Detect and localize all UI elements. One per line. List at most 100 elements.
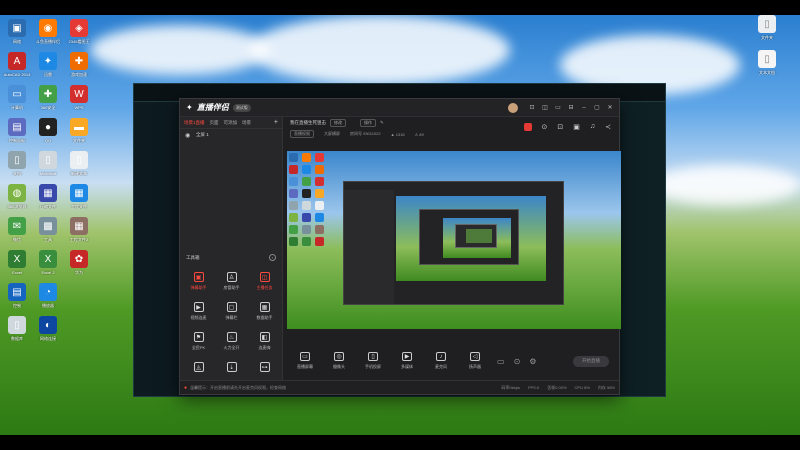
desktop-icon[interactable]: ◍ 360浏览器	[2, 184, 32, 209]
desktop-icon[interactable]: ▤ 控制	[2, 283, 32, 308]
tool-button[interactable]: ▣ 弹幕助手	[182, 272, 215, 291]
fans-count: ♙ 69	[414, 131, 424, 137]
desktop-icon[interactable]: ● QQ	[33, 118, 63, 143]
camera-button[interactable]: ◎ 摄像头	[327, 352, 351, 370]
desktop-icon[interactable]: W WPS	[64, 85, 94, 110]
tool-button[interactable]: ▢ 弹幕栏	[215, 302, 248, 321]
tool-button[interactable]: ⊶	[248, 362, 281, 375]
desktop-icon[interactable]: ▯ 文件夹	[752, 15, 782, 40]
screenshot-icon[interactable]: ⊡	[557, 123, 563, 131]
desktop-icon[interactable]: ◐ 网络连接	[33, 316, 63, 341]
desktop-icon[interactable]: ▬ 文件夹	[64, 118, 94, 143]
desktop-icon[interactable]: A AutoCAD 2014	[2, 52, 32, 77]
menu-icon[interactable]: ⊟	[568, 104, 574, 111]
tool-button[interactable]: ▦ 数据助手	[248, 302, 281, 321]
desktop-icon-label: Excel	[12, 270, 22, 275]
preview-desktop-icon	[315, 165, 324, 174]
tool-icon: ▢	[226, 302, 237, 312]
desktop-icon[interactable]: ▯ 文档	[2, 151, 32, 176]
start-live-button[interactable]: 开始直播	[573, 355, 609, 367]
cloud	[650, 165, 800, 205]
close-button[interactable]: ✕	[607, 104, 613, 111]
title-bar: ✦ 直播伴侣 测试版 ⊡ ◫ ▭ ⊟ – ▢ ✕	[180, 99, 619, 117]
desktop-icon-label: 文本文档	[759, 70, 775, 75]
share-icon[interactable]: ≺	[605, 123, 611, 131]
desktop-icon[interactable]: ✚ 游戏加速	[64, 52, 94, 77]
tool-button[interactable]: ◬	[182, 362, 215, 375]
database-icon: ▯	[8, 316, 26, 334]
desktop-icon[interactable]: ▭ 计算机	[2, 85, 32, 110]
tab-scene[interactable]: 页面	[210, 120, 219, 126]
info-icon[interactable]: ›	[269, 254, 276, 261]
visibility-icon[interactable]: ◉	[185, 132, 191, 139]
desktop-icon[interactable]: ▣ 网络	[2, 19, 32, 44]
streaming-app-window[interactable]: ✦ 直播伴侣 测试版 ⊡ ◫ ▭ ⊟ – ▢ ✕ 场景1直播 页面 可添加 场景 + ◉…	[179, 98, 621, 395]
status-stat: 丢帧0.00%	[547, 384, 567, 390]
tab-scene[interactable]: 场景1直播	[184, 120, 205, 126]
preview-desktop-icon	[289, 165, 298, 174]
desktop-icon[interactable]: ◔ 播放器	[33, 283, 63, 308]
desktop-icon[interactable]: ✿ 华为	[64, 250, 94, 275]
phone-cast-button[interactable]: ▯ 手机投屏	[361, 352, 385, 370]
tab-scene[interactable]: 可添加	[224, 120, 238, 126]
edit-icon[interactable]: ✎	[380, 120, 384, 126]
room-tag[interactable]: 修改	[330, 119, 346, 127]
tool-button[interactable]: ♙ 房管助手	[215, 272, 248, 291]
tool-icon: ◫	[259, 272, 270, 282]
desktop-icon[interactable]: ▯ 新建文本	[64, 151, 94, 176]
preview-toggle-icon[interactable]: ⊙	[514, 357, 521, 366]
desktop-icon[interactable]: ▦ 工程文件	[64, 184, 94, 209]
tool-button[interactable]: ⚑ 全民PK	[182, 332, 215, 351]
lock-icon[interactable]: ⊙	[542, 123, 548, 131]
gift-icon[interactable]: ▣	[573, 123, 580, 131]
network-icon: ▣	[8, 19, 26, 37]
tool-button[interactable]: ♨ 火力全开	[215, 332, 248, 351]
scene-list-item[interactable]: ◉ 全屏 1	[180, 129, 282, 141]
desktop-icon-label: 工程文件2	[69, 237, 89, 242]
skin-icon[interactable]: ⊡	[529, 104, 535, 111]
tab-scene[interactable]: 场景	[242, 120, 251, 126]
settings-icon[interactable]: ⚙	[529, 357, 536, 366]
desktop-icon[interactable]: ✉ 微信	[2, 217, 32, 242]
microphone-button[interactable]: ♪ 麦克风	[429, 352, 453, 370]
desktop-icon[interactable]: ▯ Microsoft	[33, 151, 63, 176]
stream-preview[interactable]	[287, 151, 621, 329]
desktop-icon[interactable]: ▦ 工程文件2	[64, 217, 94, 242]
tool-button[interactable]: ◧ 连麦嗨	[248, 332, 281, 351]
screen-icon[interactable]: ▭	[555, 104, 561, 111]
desktop-icon[interactable]: X Excel	[2, 250, 32, 275]
record-toggle-icon[interactable]: ▭	[497, 357, 505, 366]
archive-icon: ▦	[39, 184, 57, 202]
desktop-icon[interactable]: X Excel 2	[33, 250, 63, 275]
desktop-icon[interactable]: ◉ 斗鱼直播伴侣	[33, 19, 63, 44]
message-icon[interactable]: ◫	[542, 104, 548, 111]
tool-label: 火力全开	[223, 345, 240, 350]
desktop-icon-label: AutoCAD 2014	[3, 72, 31, 77]
orientation-label[interactable]: 大屏横屏	[324, 131, 340, 137]
desktop-icon[interactable]: ✦ 迅雷	[33, 52, 63, 77]
background-window-sidebar	[617, 102, 665, 396]
desktop-icon[interactable]: ✚ 360安全	[33, 85, 63, 110]
bell-icon[interactable]: ♫	[590, 123, 595, 131]
desktop-icon[interactable]: ▤ 控制面板	[2, 118, 32, 143]
category-select[interactable]: 操作	[360, 119, 376, 127]
maximize-button[interactable]: ▢	[594, 104, 600, 111]
tool-button[interactable]: ▶ 视频连麦	[182, 302, 215, 321]
desktop-icon[interactable]: ▯ 文本文档	[752, 50, 782, 75]
add-scene-button[interactable]: +	[274, 119, 278, 126]
tool-button[interactable]: ⇣	[215, 362, 248, 375]
speaker-button[interactable]: ◁ 扬声器	[463, 352, 487, 370]
screen-share-button[interactable]: ▭ 直播屏幕	[293, 352, 317, 370]
desktop-icon[interactable]: ▩ 工具	[33, 217, 63, 242]
record-icon[interactable]	[523, 123, 532, 131]
wechat-icon: ✉	[8, 217, 26, 235]
tool-button[interactable]: ◫ 主播任务	[248, 272, 281, 291]
avatar[interactable]	[508, 102, 518, 113]
desktop-icon-label: 文件夹	[73, 138, 85, 143]
media-button[interactable]: ▶ 多媒体	[395, 352, 419, 370]
desktop-icon[interactable]: ▯ 数据库	[2, 316, 32, 341]
permission-chip[interactable]: 直播权限	[290, 130, 314, 138]
desktop-icon[interactable]: ▦ 压缩文件	[33, 184, 63, 209]
desktop-icon[interactable]: ◈ 2345看图王	[64, 19, 94, 44]
minimize-button[interactable]: –	[581, 105, 587, 111]
